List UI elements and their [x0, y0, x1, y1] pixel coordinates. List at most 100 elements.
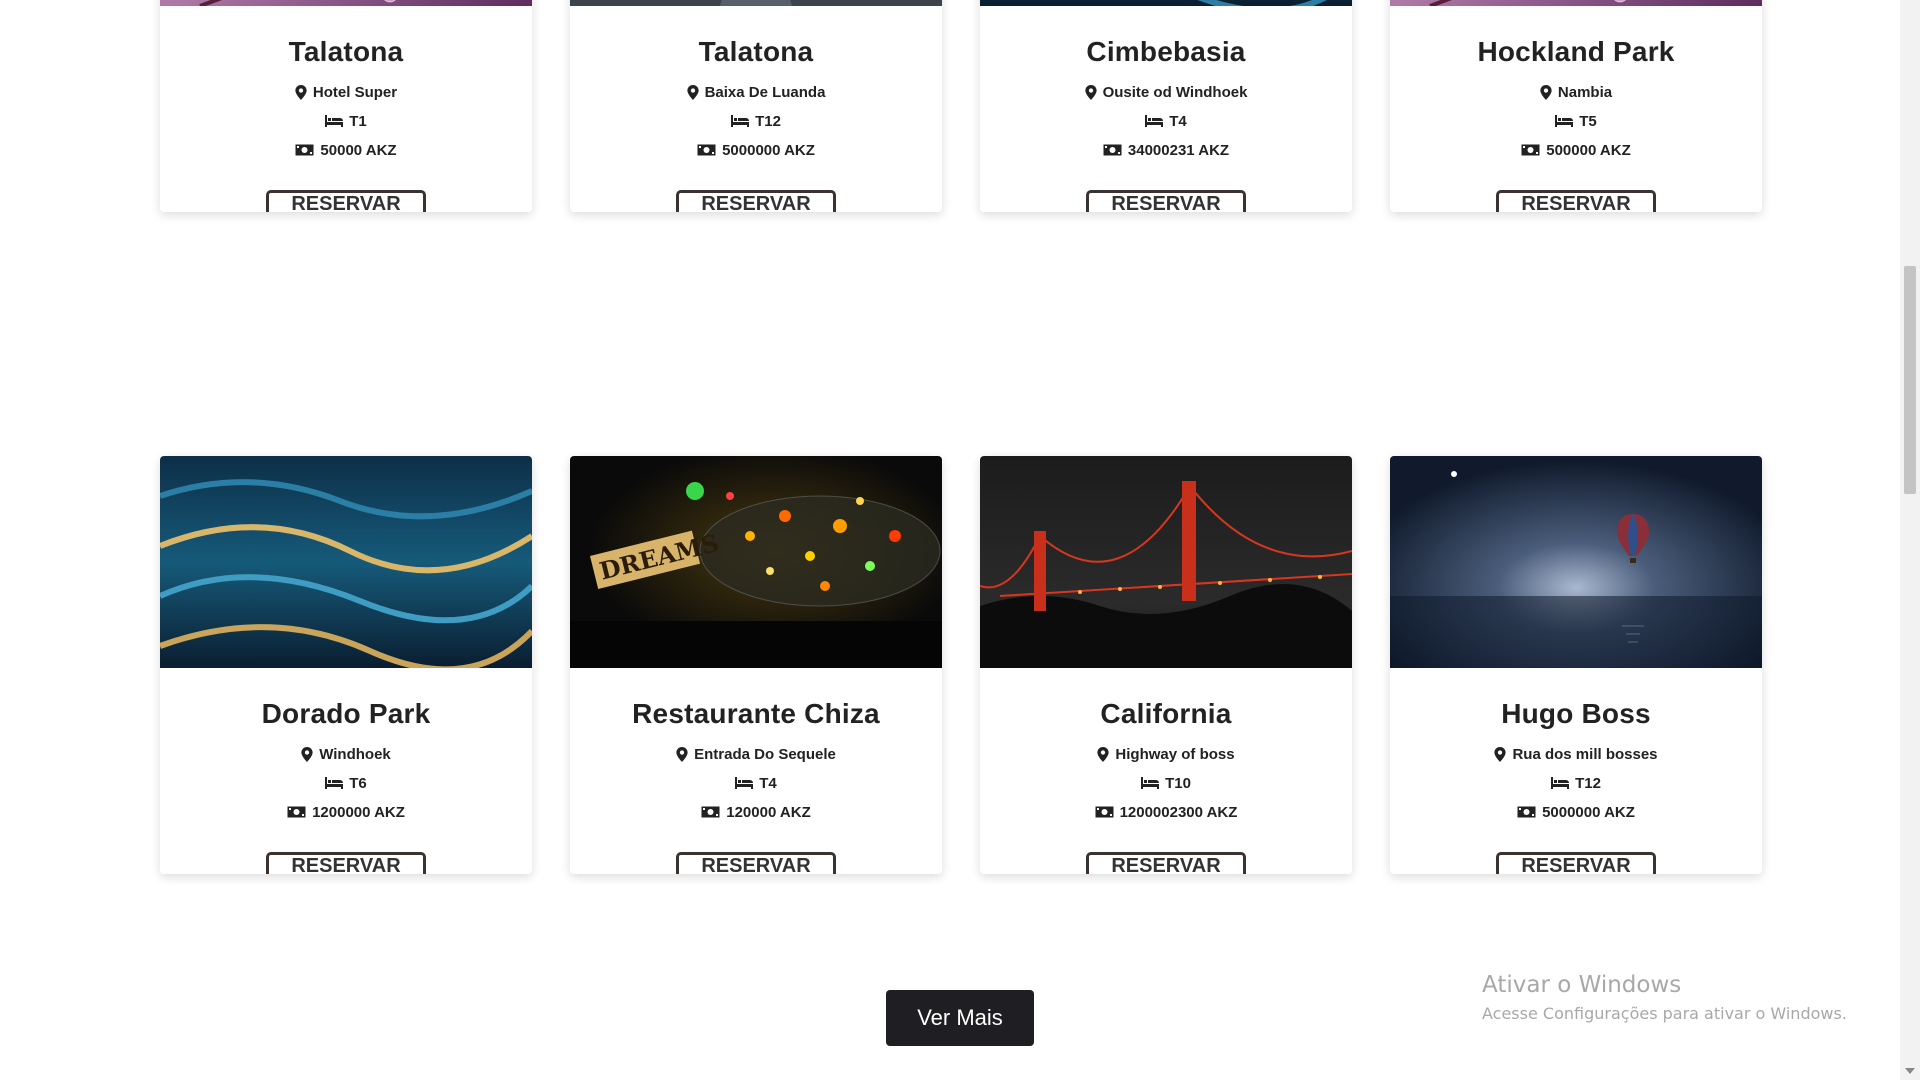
reservar-button[interactable]: RESERVAR — [1086, 852, 1246, 874]
card-location: Ousite od Windhoek — [1084, 82, 1248, 102]
listing-card: Hugo Boss Rua dos mill bosses T12 500000… — [1390, 456, 1762, 874]
card-price: 5000000 AKZ — [1517, 802, 1635, 822]
card-title: Talatona — [698, 36, 814, 67]
rooms-text: T1 — [349, 112, 367, 130]
card-price: 5000000 AKZ — [697, 140, 815, 160]
money-bill-icon — [1095, 806, 1114, 818]
bed-icon — [731, 115, 750, 127]
map-pin-icon — [686, 84, 699, 100]
card-price: 500000 AKZ — [1521, 140, 1631, 160]
price-text: 50000 AKZ — [320, 141, 397, 159]
card-image-golden-gate[interactable] — [980, 456, 1352, 668]
reservar-button[interactable]: RESERVAR — [676, 852, 836, 874]
card-rooms: T12 — [731, 111, 781, 131]
scrollbar-thumb[interactable] — [1904, 266, 1916, 494]
map-pin-icon — [301, 746, 313, 762]
money-bill-icon — [1517, 806, 1536, 818]
card-title: Hugo Boss — [1501, 698, 1651, 729]
card-location: Baixa De Luanda — [686, 82, 826, 102]
money-bill-icon — [1103, 144, 1122, 156]
location-text: Windhoek — [319, 745, 391, 763]
map-pin-icon — [295, 84, 307, 100]
card-rooms: T5 — [1555, 111, 1597, 131]
scroll-down-arrow-icon[interactable] — [1905, 1068, 1915, 1074]
bed-icon — [325, 115, 344, 127]
bed-icon — [1555, 115, 1574, 127]
card-title: Dorado Park — [261, 698, 431, 729]
card-location: Entrada Do Sequele — [676, 744, 836, 764]
rooms-text: T4 — [759, 774, 777, 792]
bed-icon — [1145, 115, 1164, 127]
card-title: Hockland Park — [1477, 36, 1675, 67]
card-location: Highway of boss — [1097, 744, 1235, 764]
card-image-blue-waves[interactable] — [980, 0, 1352, 6]
rooms-text: T5 — [1579, 112, 1597, 130]
bed-icon — [1551, 777, 1570, 789]
card-price: 1200000 AKZ — [287, 802, 405, 822]
windows-activation-watermark: Ativar o Windows Acesse Configurações pa… — [1482, 972, 1847, 1023]
card-location: Nambia — [1540, 82, 1612, 102]
vertical-scrollbar[interactable] — [1900, 0, 1920, 1080]
card-image-purple-leaf[interactable] — [160, 0, 532, 6]
listing-grid-row-2: Dorado Park Windhoek T6 1200000 AKZ RESE… — [160, 456, 1762, 874]
bed-icon — [1141, 777, 1160, 789]
location-text: Rua dos mill bosses — [1512, 745, 1658, 763]
price-text: 5000000 AKZ — [722, 141, 815, 159]
money-bill-icon — [697, 144, 716, 156]
reservar-button[interactable]: RESERVAR — [1496, 852, 1656, 874]
reservar-button[interactable]: RESERVAR — [266, 852, 426, 874]
money-bill-icon — [287, 806, 306, 818]
price-text: 34000231 AKZ — [1127, 141, 1230, 159]
price-text: 1200000 AKZ — [312, 803, 405, 821]
listing-card: Talatona Hotel Super T1 50000 AKZ RESERV… — [160, 0, 532, 212]
location-text: Ousite od Windhoek — [1102, 83, 1248, 101]
rooms-text: T12 — [755, 112, 781, 130]
map-pin-icon — [1540, 84, 1552, 100]
map-pin-icon — [676, 746, 688, 762]
bed-icon — [325, 777, 344, 789]
reservar-button[interactable]: RESERVAR — [1496, 190, 1656, 212]
card-image-purple-leaf[interactable] — [1390, 0, 1762, 6]
price-text: 5000000 AKZ — [1542, 803, 1635, 821]
card-rooms: T4 — [735, 773, 777, 793]
location-text: Highway of boss — [1115, 745, 1235, 763]
location-text: Baixa De Luanda — [704, 83, 826, 101]
reservar-button[interactable]: RESERVAR — [266, 190, 426, 212]
card-rooms: T10 — [1141, 773, 1191, 793]
listing-card: Talatona Baixa De Luanda T12 5000000 AKZ… — [570, 0, 942, 212]
location-text: Nambia — [1557, 83, 1613, 101]
card-title: Cimbebasia — [1086, 36, 1246, 67]
listing-card: DREAMS Restaurante Chiza Entrada Do Sequ… — [570, 456, 942, 874]
reservar-button[interactable]: RESERVAR — [676, 190, 836, 212]
watermark-title: Ativar o Windows — [1482, 972, 1682, 998]
card-location: Rua dos mill bosses — [1494, 744, 1658, 764]
card-title: Talatona — [288, 36, 404, 67]
rooms-text: T12 — [1575, 774, 1601, 792]
rooms-text: T4 — [1169, 112, 1187, 130]
card-price: 34000231 AKZ — [1103, 140, 1229, 160]
bed-icon — [735, 777, 754, 789]
listing-grid-row-1: Talatona Hotel Super T1 50000 AKZ RESERV… — [160, 0, 1762, 212]
listing-card: Dorado Park Windhoek T6 1200000 AKZ RESE… — [160, 456, 532, 874]
location-text: Entrada Do Sequele — [694, 745, 836, 763]
card-price: 50000 AKZ — [295, 140, 397, 160]
price-text: 120000 AKZ — [726, 803, 811, 821]
card-location: Windhoek — [301, 744, 391, 764]
map-pin-icon — [1097, 746, 1110, 762]
card-rooms: T6 — [325, 773, 367, 793]
card-rooms: T4 — [1145, 111, 1187, 131]
listing-card: Hockland Park Nambia T5 500000 AKZ RESER… — [1390, 0, 1762, 212]
card-image-blue-waves[interactable] — [160, 456, 532, 668]
card-location: Hotel Super — [295, 82, 397, 102]
card-image-night-street[interactable] — [570, 0, 942, 6]
card-image-balloon[interactable] — [1390, 456, 1762, 668]
card-title: Restaurante Chiza — [632, 698, 880, 729]
location-text: Hotel Super — [312, 83, 398, 101]
page: Talatona Hotel Super T1 50000 AKZ RESERV… — [0, 0, 1900, 1080]
ver-mais-button[interactable]: Ver Mais — [886, 990, 1034, 1046]
card-image-dreams-bottle[interactable]: DREAMS — [570, 456, 942, 668]
money-bill-icon — [1521, 144, 1540, 156]
listing-card: California Highway of boss T10 120000230… — [980, 456, 1352, 874]
reservar-button[interactable]: RESERVAR — [1086, 190, 1246, 212]
map-pin-icon — [1494, 746, 1507, 762]
